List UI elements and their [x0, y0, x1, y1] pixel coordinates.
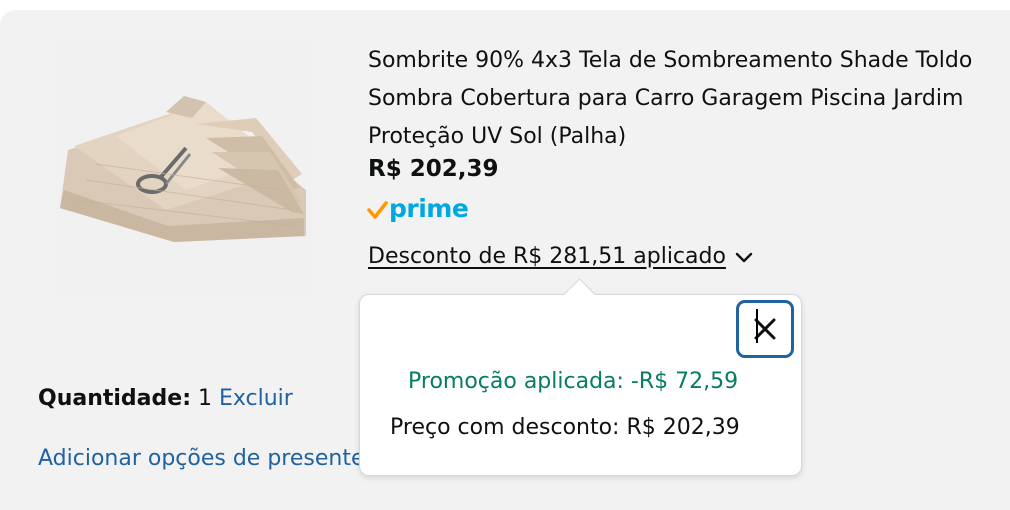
quantity-row: Quantidade: 1 Excluir — [38, 386, 293, 411]
discount-toggle[interactable]: Desconto de R$ 281,51 aplicado — [368, 244, 756, 269]
gift-options-link[interactable]: Adicionar opções de presente — [38, 446, 368, 471]
product-price: R$ 202,39 — [368, 156, 499, 182]
discount-label[interactable]: Desconto de R$ 281,51 aplicado — [368, 244, 726, 269]
close-button[interactable] — [736, 300, 794, 358]
discount-popover: Promoção aplicada: -R$ 72,59 Preço com d… — [359, 278, 802, 476]
text-cursor — [756, 309, 758, 343]
chevron-down-icon[interactable] — [732, 245, 756, 269]
prime-badge: prime — [366, 193, 469, 227]
product-title[interactable]: Sombrite 90% 4x3 Tela de Sombreamento Sh… — [368, 42, 988, 156]
quantity-label: Quantidade: — [38, 386, 191, 411]
close-icon[interactable] — [750, 314, 780, 344]
product-image[interactable] — [56, 40, 318, 296]
quantity-value[interactable]: 1 — [198, 386, 212, 411]
folded-shade-cloth-image — [56, 40, 318, 296]
delete-link[interactable]: Excluir — [219, 386, 293, 411]
prime-label: prime — [389, 193, 469, 223]
prime-check-icon — [367, 201, 388, 219]
discounted-price-text: Preço com desconto: R$ 202,39 — [390, 415, 740, 440]
promotion-applied-text: Promoção aplicada: -R$ 72,59 — [408, 369, 739, 394]
